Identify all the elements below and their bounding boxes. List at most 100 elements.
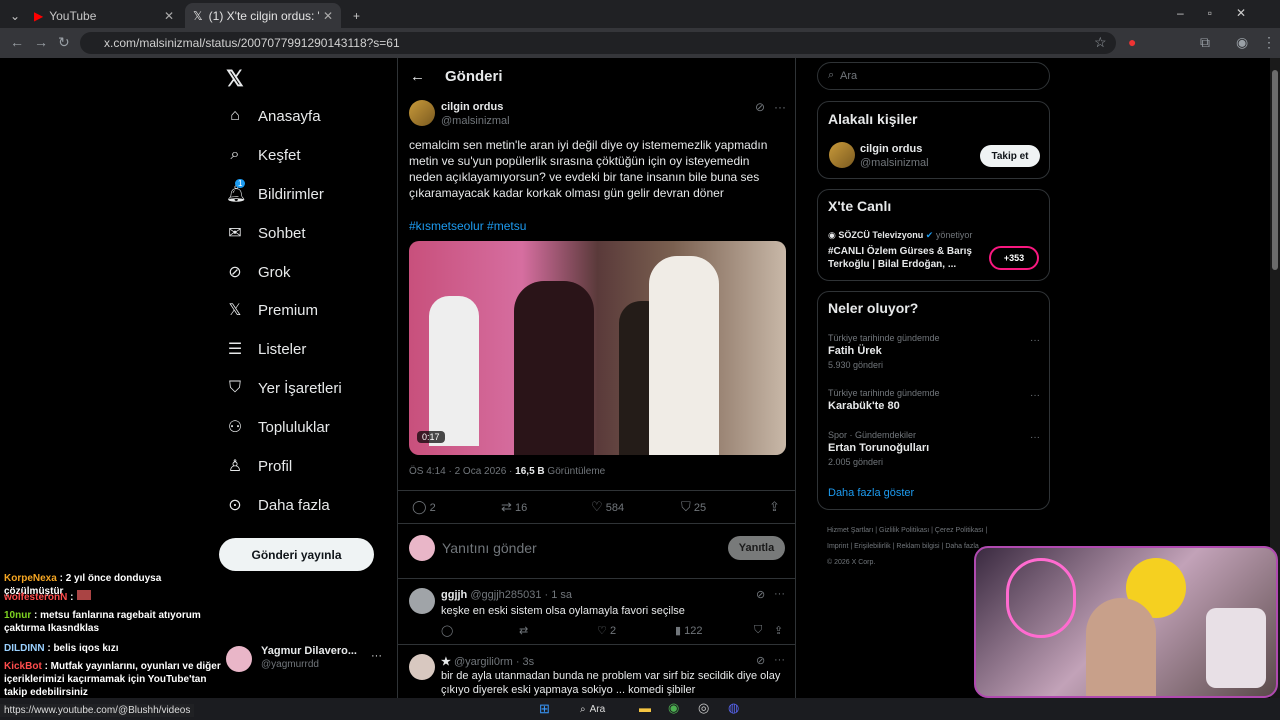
more-icon[interactable]: ··· [1030,390,1040,401]
new-tab-button[interactable]: + [345,3,368,28]
reply-button[interactable]: Yanıtla [728,536,785,560]
grok-icon[interactable]: ⊘ [755,100,765,114]
taskbar-search[interactable]: ⌕ Ara [580,701,630,717]
like-action[interactable]: ♡ 584 [591,499,624,515]
reply-item[interactable]: ggjjh @ggjjh285031 · 1 sa ⊘ ··· keşke en… [398,578,795,644]
account-switcher[interactable]: Yagmur Dilavero... @yagmurrdd ··· [226,642,382,674]
views-action[interactable]: ▮ 122 [675,624,702,637]
more-icon[interactable]: ··· [774,100,786,114]
grok-icon[interactable]: ⊘ [756,654,765,667]
repost-action[interactable]: ⇄ 16 [501,499,527,515]
show-more-link[interactable]: Daha fazla göster [828,487,914,499]
more-icon[interactable]: ··· [371,650,382,662]
x-logo[interactable]: 𝕏 [226,66,244,92]
bookmark-action[interactable]: ⛉ 25 [681,499,706,515]
scrollbar-thumb[interactable] [1272,70,1278,270]
trend-item[interactable]: Spor · Gündemdekiler Ertan Torunoğulları… [828,430,1040,467]
nav-more[interactable]: ⊙ Daha fazla [226,490,329,520]
nav-lists[interactable]: ☰ Listeler [226,334,307,364]
more-icon[interactable]: ··· [774,588,785,600]
avatar[interactable] [829,142,855,168]
footer-link[interactable]: Erişilebilirlik [854,543,891,550]
post-timestamp: ÖS 4:14 · 2 Oca 2026 · [409,466,516,477]
avatar[interactable] [409,100,435,126]
chat-text: : metsu fanlarına ragebait atıyorum çakt… [4,610,201,634]
nav-premium[interactable]: 𝕏 Premium [226,295,318,325]
footer-link[interactable]: Hizmet Şartları [827,527,873,534]
nav-profile[interactable]: ♙ Profil [226,451,292,481]
reply-icon[interactable]: ◯ [441,624,453,637]
share-icon[interactable]: ⇪ [774,624,783,637]
post-column: ← Gönderi cilgin ordus @malsinizmal ⊘ ··… [397,58,796,698]
back-arrow-icon[interactable]: ← [410,68,425,85]
live-title[interactable]: #CANLI Özlem Gürses & Barış Terkoğlu | B… [828,245,983,271]
post-video[interactable]: 0:17 [409,241,786,455]
back-icon[interactable]: ← [10,34,24,50]
extensions-icon[interactable]: ⧉ [1200,34,1210,51]
extension-icon[interactable]: ● [1128,34,1136,50]
hashtags[interactable]: #kısmetseolur #metsu [409,218,526,234]
search-input[interactable]: Ara [840,70,857,82]
post-button[interactable]: Gönderi yayınla [219,538,374,571]
forward-icon[interactable]: → [34,34,48,50]
footer-link[interactable]: Çerez Politikası [935,527,984,534]
bookmark-icon[interactable]: ⛉ [754,624,762,637]
search-box[interactable]: ⌕ Ara [817,62,1050,90]
tab-list-button[interactable]: ⌄ [2,3,24,28]
reply-action[interactable]: ◯ 2 [412,499,436,515]
chrome-icon[interactable]: ◉ [668,700,679,716]
share-icon[interactable]: ⇪ [769,499,780,515]
related-name[interactable]: cilgin ordus [860,143,922,155]
url-input[interactable]: x.com/malsinizmal/status/200707799129014… [80,32,1116,54]
tab-youtube[interactable]: ▶ YouTube ✕ [26,3,182,28]
more-icon[interactable]: ··· [1030,335,1040,346]
repost-icon[interactable]: ⇄ [519,624,528,637]
video-figure [514,281,594,455]
window-controls[interactable]: –▫✕ [1177,6,1270,20]
trend-item[interactable]: Türkiye tarihinde gündemde Fatih Ürek 5.… [828,333,1040,370]
more-icon[interactable]: ··· [1030,432,1040,443]
bookmark-count: 25 [693,502,707,514]
profile-avatar[interactable]: ◉ [1236,34,1248,51]
close-icon[interactable]: ✕ [323,9,333,23]
reply-input[interactable]: Yanıtını gönder [442,540,537,556]
author-handle[interactable]: @malsinizmal [441,115,510,127]
like-action[interactable]: ♡ 2 [597,624,616,637]
x-icon: 𝕏 [228,302,242,319]
author-name[interactable]: cilgin ordus [441,101,503,113]
channel-icon: ◉ [828,230,836,240]
reload-icon[interactable]: ↻ [58,34,70,51]
menu-icon[interactable]: ⋮ [1262,34,1276,51]
nav-notifications[interactable]: 🔔︎ 1 Bildirimler [226,179,324,209]
trend-context: Türkiye tarihinde gündemde [828,388,940,398]
trend-item[interactable]: Türkiye tarihinde gündemde Karabük'te 80… [828,388,1040,412]
nav-messages[interactable]: ✉ Sohbet [226,218,305,248]
folder-icon[interactable]: ▬ [639,701,651,715]
chair [1206,608,1266,688]
footer-link[interactable]: Gizlilik Politikası [879,527,929,534]
chat-user: DILDINN [4,643,45,654]
follow-button[interactable]: Takip et [980,145,1040,167]
reply-item[interactable]: ★ @yargili0rm · 3s ⊘ ··· bir de ayla uta… [398,644,795,698]
close-icon[interactable]: ✕ [164,9,174,23]
nav-home[interactable]: ⌂ Anasayfa [226,101,320,131]
app-icon[interactable]: ◎ [698,700,709,716]
nav-explore[interactable]: ⌕ Keşfet [226,140,301,170]
chat-user: 10nur [4,610,32,621]
star-icon[interactable]: ☆ [1094,34,1107,51]
nav-bookmarks[interactable]: ⛉ Yer İşaretleri [226,373,342,403]
discord-icon[interactable]: ◍ [728,700,739,716]
windows-start-icon[interactable]: ⊞ [539,701,550,717]
nav-communities[interactable]: ⚇ Topluluklar [226,412,330,442]
copyright: © 2026 X Corp. [827,559,876,566]
nav-grok[interactable]: ⊘ Grok [226,257,290,287]
reply-handle: @ggjjh285031 · 1 sa [470,589,573,601]
nav-label: Listeler [258,340,307,358]
more-icon[interactable]: ··· [774,654,785,666]
tab-x[interactable]: 𝕏 (1) X'te cilgin ordus: "cemalcim ✕ [185,3,341,28]
footer-link[interactable]: Imprint [827,543,848,550]
footer-link[interactable]: Reklam bilgisi [896,543,939,550]
channel-name: SÖZCÜ Televizyonu [838,230,924,240]
live-listeners[interactable]: +353 [989,246,1039,270]
grok-icon[interactable]: ⊘ [756,588,765,601]
